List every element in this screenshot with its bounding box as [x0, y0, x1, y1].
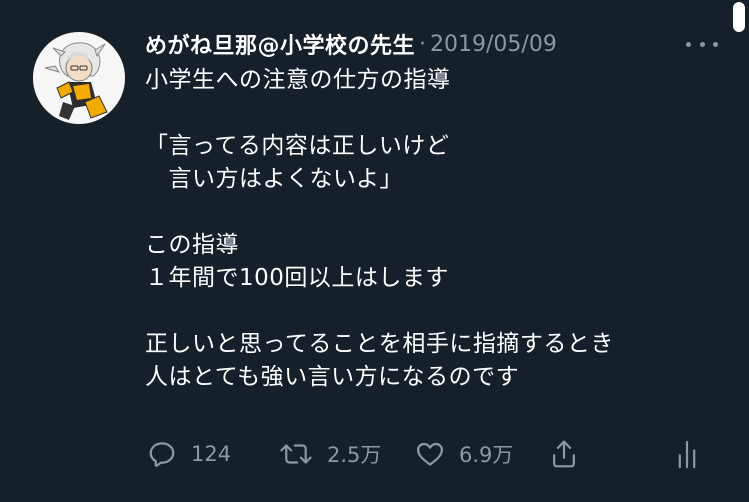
tweet-line: 小学生への注意の仕方の指導 — [145, 67, 451, 93]
avatar-illustration — [33, 32, 125, 124]
display-name[interactable]: めがね旦那@小学校の先生 — [145, 28, 415, 60]
tweet-line — [145, 196, 705, 229]
scrollbar[interactable] — [729, 0, 749, 502]
tweet-line: 正しいと思ってることを相手に指摘するとき — [145, 331, 614, 357]
header-separator: · — [419, 31, 427, 57]
like-count: 6.9万 — [459, 443, 514, 467]
more-options-icon[interactable] — [686, 38, 718, 50]
like-button[interactable]: 6.9万 — [415, 434, 513, 474]
tweet-line — [145, 295, 705, 328]
like-icon — [417, 442, 443, 466]
tweet-line — [145, 97, 705, 130]
reply-count: 124 — [191, 442, 232, 466]
scrollbar-thumb[interactable] — [733, 2, 745, 32]
analytics-button[interactable] — [675, 434, 699, 474]
retweet-count: 2.5万 — [327, 443, 382, 467]
tweet-line: 言い方はよくないよ」 — [145, 166, 404, 192]
avatar[interactable] — [33, 32, 125, 124]
retweet-button[interactable]: 2.5万 — [279, 434, 381, 474]
reply-button[interactable]: 124 — [147, 434, 231, 474]
share-icon — [553, 440, 575, 468]
tweet-line: １年間で100回以上はします — [145, 265, 449, 291]
tweet-line: この指導 — [145, 232, 239, 258]
tweet-line: 人はとても強い言い方になるのです — [145, 364, 520, 390]
tweet-actions: 124 2.5万 6.9万 — [145, 434, 710, 474]
tweet-header: めがね旦那@小学校の先生 · 2019/05/09 — [145, 28, 557, 60]
tweet-date[interactable]: 2019/05/09 — [430, 32, 557, 57]
tweet-line: 「言ってる内容は正しいけど — [145, 133, 450, 159]
tweet-text: 小学生への注意の仕方の指導 「言ってる内容は正しいけど 言い方はよくないよ」 こ… — [145, 64, 705, 394]
retweet-icon — [280, 444, 312, 464]
reply-icon — [149, 442, 175, 467]
analytics-icon — [678, 440, 696, 469]
share-button[interactable] — [549, 434, 579, 474]
